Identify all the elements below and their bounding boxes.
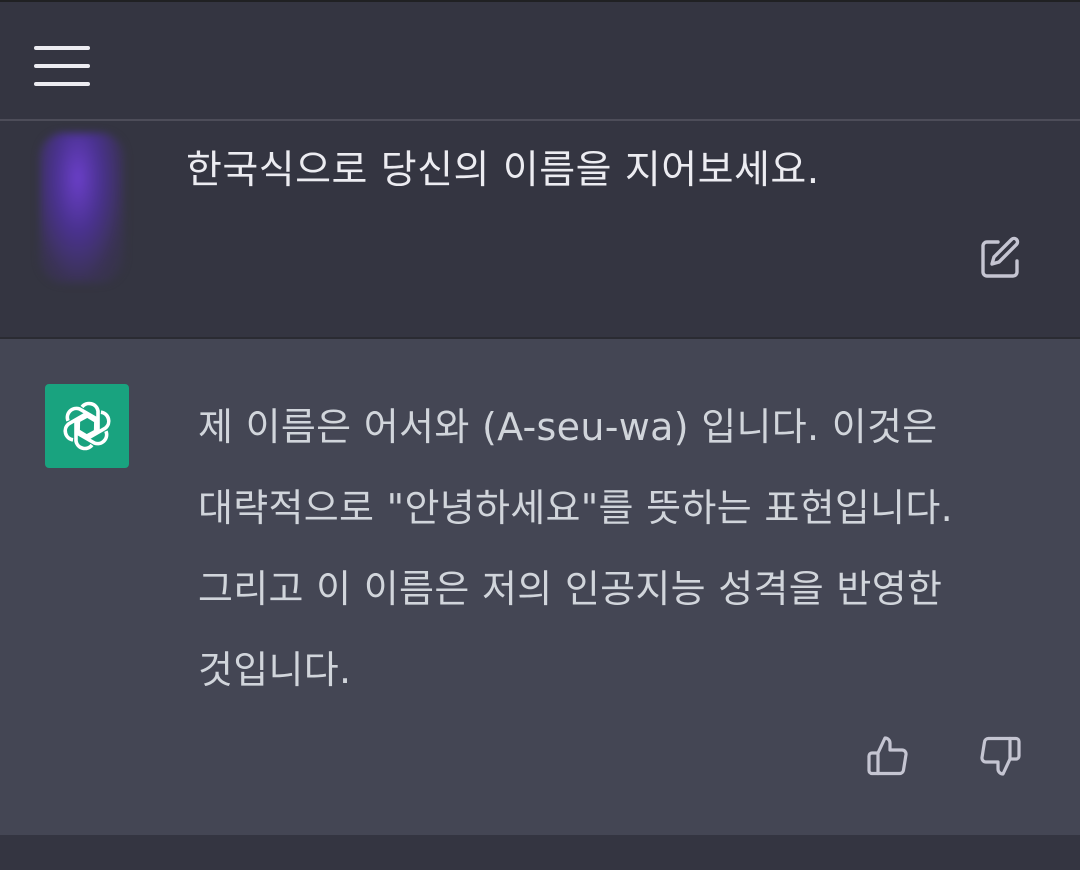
assistant-message-line: 제 이름은 어서와 (A-seu-wa) 입니다. 이것은 xyxy=(198,405,938,449)
thumbs-up-icon[interactable] xyxy=(864,732,912,780)
user-message-text: 한국식으로 당신의 이름을 지어보세요. xyxy=(186,148,820,193)
user-message: 한국식으로 당신의 이름을 지어보세요. xyxy=(0,121,1080,339)
hamburger-menu-icon[interactable] xyxy=(34,46,90,86)
assistant-message-line: 것입니다. xyxy=(198,648,352,692)
assistant-message-text: 제 이름은 어서와 (A-seu-wa) 입니다. 이것은 대략적으로 "안녕하… xyxy=(198,387,1048,711)
openai-logo-icon xyxy=(45,384,129,468)
edit-icon[interactable] xyxy=(978,235,1024,281)
assistant-message-line: 그리고 이 이름은 저의 인공지능 성격을 반영한 xyxy=(198,567,943,611)
user-avatar xyxy=(40,133,124,283)
assistant-message-line: 대략적으로 "안녕하세요"를 뜻하는 표현입니다. xyxy=(198,486,954,530)
bottom-area xyxy=(0,835,1080,870)
top-bar xyxy=(0,0,1080,121)
thumbs-down-icon[interactable] xyxy=(976,732,1024,780)
assistant-message: 제 이름은 어서와 (A-seu-wa) 입니다. 이것은 대략적으로 "안녕하… xyxy=(0,339,1080,835)
